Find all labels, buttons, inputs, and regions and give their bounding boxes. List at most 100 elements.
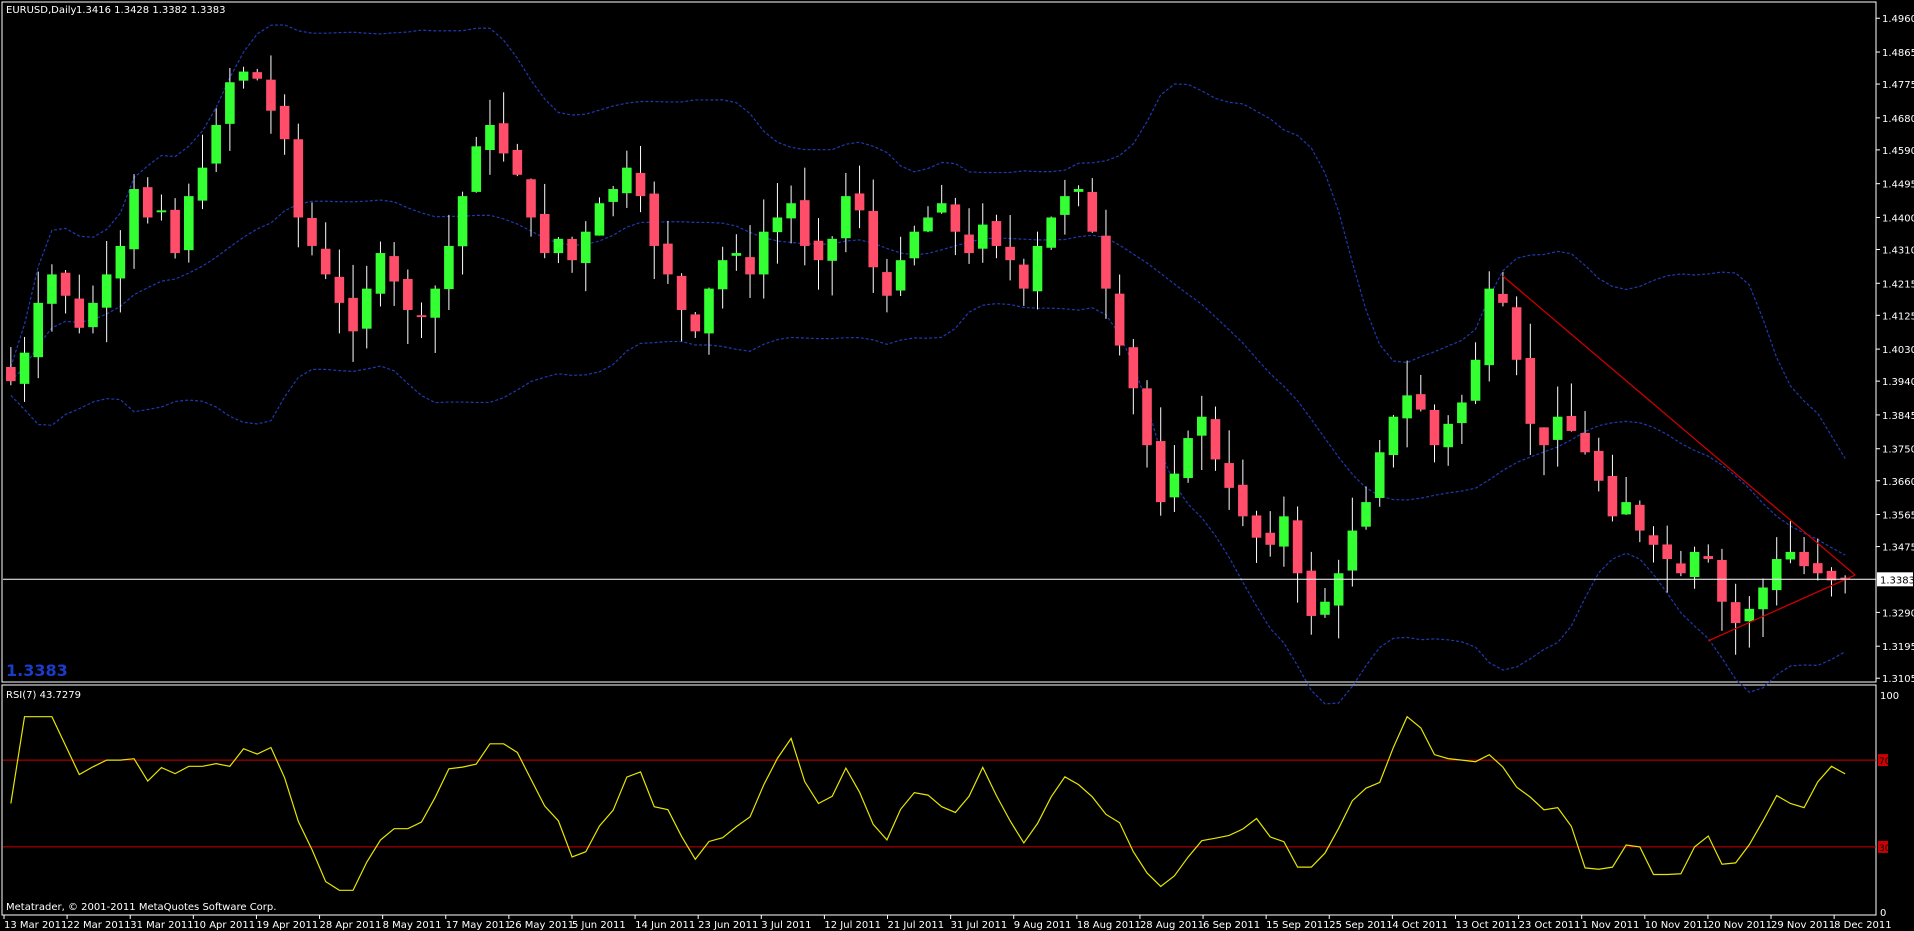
price-tick-label: 1.3105: [1882, 674, 1914, 685]
price-tick-label: 1.3940: [1882, 377, 1914, 388]
candle-body: [1416, 394, 1426, 410]
candle-body: [1005, 246, 1015, 261]
candle-body: [1128, 347, 1139, 389]
candle-body: [827, 238, 837, 261]
time-tick-label: 14 Jun 2011: [635, 920, 695, 931]
time-tick-label: 25 Sep 2011: [1329, 920, 1392, 931]
trendline-lower: [1708, 574, 1856, 642]
candle-body: [293, 139, 304, 218]
candle-body: [1142, 388, 1152, 446]
candle-body: [1703, 556, 1714, 560]
candle-body: [1073, 189, 1084, 192]
candle-body: [1224, 463, 1234, 488]
price-tick-label: 1.4865: [1882, 48, 1914, 59]
candle-body: [1306, 570, 1317, 616]
candle-body: [1771, 559, 1782, 591]
rsi-title: RSI(7) 43.7279: [6, 690, 81, 701]
time-tick-label: 5 Jun 2011: [572, 920, 626, 931]
candle-body: [594, 203, 605, 236]
candle-body: [1210, 419, 1221, 460]
candle-body: [1320, 601, 1330, 615]
candle-body: [991, 221, 1002, 246]
price-tick-label: 1.3660: [1882, 477, 1914, 488]
candle-body: [1196, 416, 1207, 436]
candle-body: [471, 146, 482, 192]
time-tick-label: 12 Jul 2011: [824, 920, 881, 931]
candle-body: [1648, 535, 1659, 545]
chart-window[interactable]: 1.3383 1.4960 1.4865 1.4775 1.4680 1.4590 1.4…: [0, 0, 1914, 931]
candle-body: [1279, 516, 1289, 547]
candle-body: [60, 272, 71, 296]
time-tick-label: 8 May 2011: [383, 920, 442, 931]
candle-body: [197, 167, 208, 201]
candle-body: [936, 203, 947, 213]
candle-body: [1730, 602, 1741, 624]
candle-body: [33, 302, 44, 358]
time-tick-label: 28 Apr 2011: [320, 920, 382, 931]
candle-body: [444, 245, 454, 290]
price-tick-label: 1.3475: [1882, 543, 1914, 554]
big-price-label: 1.3383: [6, 661, 68, 680]
candle-body: [1758, 587, 1768, 610]
candle-body: [512, 149, 523, 175]
candle-body: [1251, 515, 1262, 538]
candle-body: [279, 105, 290, 140]
candle-body: [772, 217, 783, 233]
candle-body: [1552, 416, 1563, 440]
bollinger-middle: [10, 199, 1846, 556]
price-tick-label: 1.3845: [1882, 411, 1914, 422]
candle-body: [649, 193, 660, 246]
candle-body: [909, 231, 920, 259]
candle-body: [170, 209, 180, 254]
candle-body: [1799, 551, 1809, 567]
candle-body: [266, 79, 276, 111]
candle-body: [813, 240, 824, 261]
copyright-text: Metatrader, © 2001-2011 MetaQuotes Softw…: [6, 902, 276, 913]
price-tick-label: 1.4590: [1882, 146, 1914, 157]
price-tick-label: 1.3750: [1882, 445, 1914, 456]
candle-body: [1580, 432, 1590, 453]
candle-body: [895, 260, 906, 291]
price-tick-label: 1.3565: [1882, 511, 1914, 522]
candle-body: [1374, 452, 1385, 498]
candle-body: [731, 253, 742, 256]
candle-body: [1060, 196, 1070, 215]
candle-body: [1183, 438, 1193, 479]
candle-body: [622, 167, 632, 194]
rsi-line: [10, 715, 1846, 891]
candle-body: [1443, 423, 1453, 448]
rsi-panel[interactable]: [1, 684, 1877, 916]
candle-body: [211, 124, 221, 164]
candle-body: [964, 234, 974, 254]
candle-body: [74, 298, 85, 328]
candle-body: [704, 288, 714, 334]
time-tick-label: 21 Jul 2011: [888, 920, 945, 931]
candle-body: [580, 231, 591, 264]
candle-body: [252, 72, 263, 79]
candle-body: [1511, 307, 1522, 360]
time-tick-label: 17 May 2011: [446, 920, 511, 931]
price-tick-label: 1.3290: [1882, 608, 1914, 619]
time-tick-label: 31 Mar 2011: [130, 920, 193, 931]
price-tick-label: 1.4310: [1882, 245, 1914, 256]
candle-body: [485, 124, 495, 151]
current-price-tag-label: 1.3383: [1880, 575, 1914, 586]
candle-body: [1347, 530, 1358, 571]
time-tick-label: 10 Nov 2011: [1645, 920, 1709, 931]
time-tick-label: 15 Sep 2011: [1266, 920, 1329, 931]
candle-body: [129, 189, 139, 250]
candle-body: [758, 231, 769, 275]
candle-body: [1114, 293, 1125, 346]
candle-body: [416, 315, 427, 318]
price-tick-label: 1.4125: [1882, 311, 1914, 322]
candle-body: [526, 179, 536, 218]
ohlc-header: 1.3416 1.3428 1.3382 1.3383: [76, 5, 226, 16]
candle-body: [868, 210, 879, 268]
candle-body: [1566, 415, 1577, 431]
candle-body: [1484, 288, 1495, 366]
candle-body: [1333, 573, 1344, 606]
time-tick-label: 13 Oct 2011: [1455, 920, 1517, 931]
candle-body: [430, 288, 440, 318]
time-tick-label: 10 Apr 2011: [193, 920, 255, 931]
candle-body: [1676, 563, 1686, 574]
